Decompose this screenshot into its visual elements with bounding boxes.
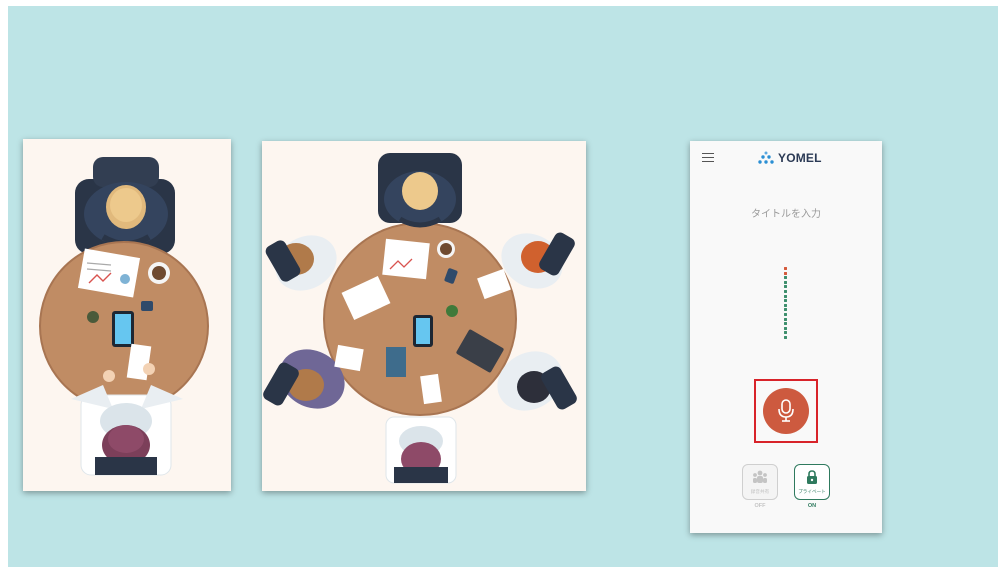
hamburger-menu-icon[interactable] <box>702 153 714 163</box>
private-toggle[interactable]: プライベート <box>794 464 830 500</box>
share-toggle-label: 録音共有 <box>750 490 770 495</box>
level-dot <box>784 335 787 339</box>
level-dot <box>784 280 787 284</box>
share-toggle-state: OFF <box>754 503 766 509</box>
level-dot <box>784 294 787 298</box>
level-dot <box>784 326 787 330</box>
level-dot <box>784 271 787 275</box>
level-dot <box>784 289 787 293</box>
yomel-logo: YOMEL <box>758 149 822 167</box>
two-person-meeting-illustration <box>23 139 231 491</box>
share-recording-toggle[interactable]: 録音共有 <box>742 464 778 500</box>
lock-icon <box>805 469 819 488</box>
private-toggle-state: ON <box>807 503 817 509</box>
level-dot <box>784 267 787 270</box>
logo-dots-icon <box>758 151 774 164</box>
microphone-icon <box>778 399 794 422</box>
yomel-app-screen: YOMEL タイトルを入力 録音共有 OFF プライベート ON <box>690 141 882 533</box>
private-toggle-label: プライベート <box>798 490 826 495</box>
level-dot <box>784 276 787 280</box>
audio-level-meter <box>784 267 788 341</box>
level-dot <box>784 285 787 289</box>
title-input[interactable]: タイトルを入力 <box>710 205 862 223</box>
level-dot <box>784 312 787 316</box>
level-dot <box>784 303 787 307</box>
six-person-meeting-illustration <box>262 141 586 491</box>
people-icon <box>752 469 768 488</box>
brand-name: YOMEL <box>778 151 822 165</box>
level-dot <box>784 322 787 326</box>
record-button[interactable] <box>763 388 809 434</box>
level-dot <box>784 317 787 321</box>
level-dot <box>784 299 787 303</box>
level-dot <box>784 308 787 312</box>
level-dot <box>784 331 787 335</box>
